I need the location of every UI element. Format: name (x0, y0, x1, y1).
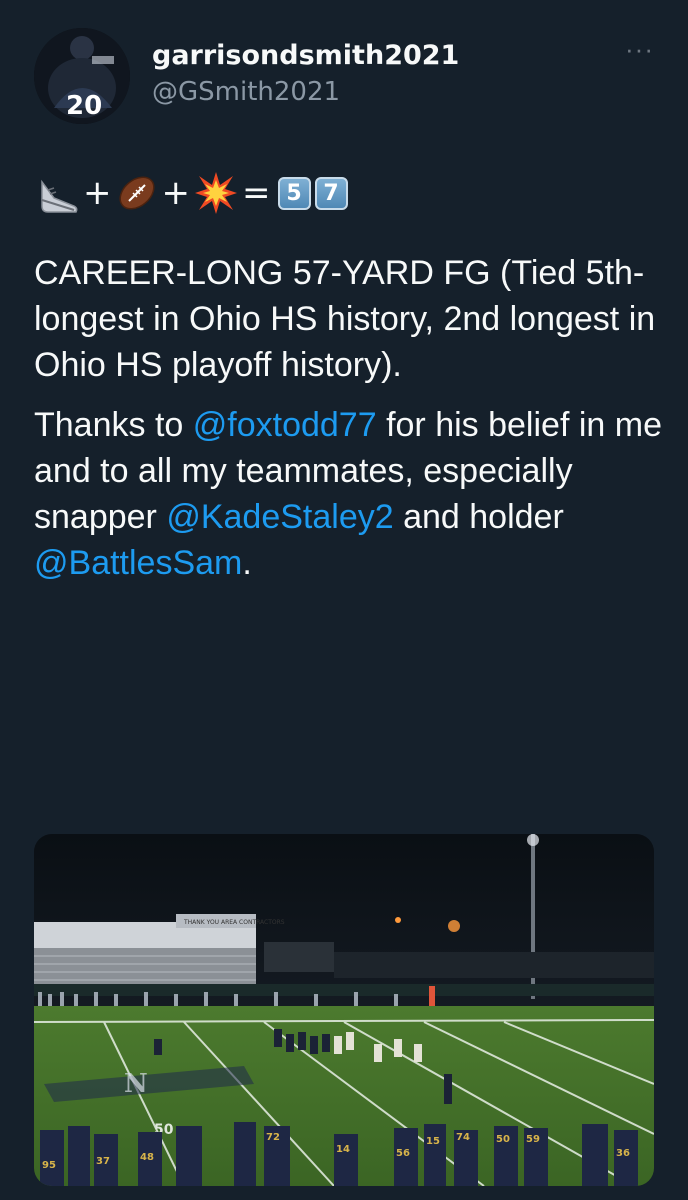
emoji-line: + + = 5 7 (34, 168, 348, 218)
display-name[interactable]: garrisondsmith2021 (152, 40, 459, 72)
avatar-image: 20 (34, 28, 130, 124)
jersey-number: 74 (456, 1132, 470, 1143)
equals-sign: = (242, 173, 271, 213)
mention-link[interactable]: @KadeStaley2 (166, 498, 393, 536)
athletic-shoe-icon (34, 170, 80, 216)
text-segment: . (242, 544, 252, 582)
video-frame: THANK YOU AREA CONTRACTORS N 50 95 37 48… (34, 834, 654, 1186)
jersey-number: 14 (336, 1144, 350, 1155)
tweet-header: 20 garrisondsmith2021 @GSmith2021 ··· (34, 28, 654, 128)
tweet-media-video[interactable]: THANK YOU AREA CONTRACTORS N 50 95 37 48… (34, 834, 654, 1186)
tweet-paragraph: Thanks to @foxtodd77 for his belief in m… (34, 402, 664, 586)
plus-sign: + (161, 173, 191, 213)
user-handle[interactable]: @GSmith2021 (152, 76, 459, 108)
jersey-number: 59 (526, 1134, 540, 1145)
user-block: garrisondsmith2021 @GSmith2021 (152, 40, 459, 108)
text-segment: Thanks to (34, 406, 193, 444)
plus-sign: + (83, 173, 112, 213)
jersey-number: 37 (96, 1156, 110, 1167)
tweet-text: CAREER-LONG 57-YARD FG (Tied 5th-longest… (34, 250, 664, 600)
text-segment: and holder (393, 498, 564, 536)
jersey-number: 50 (496, 1134, 510, 1145)
mention-link[interactable]: @foxtodd77 (193, 406, 377, 444)
jersey-number: 48 (140, 1152, 154, 1163)
jersey-number: 15 (426, 1136, 440, 1147)
mention-link[interactable]: @BattlesSam (34, 544, 242, 582)
more-options-button[interactable]: ··· (614, 36, 654, 64)
jersey-number: 95 (42, 1160, 56, 1171)
collision-icon (193, 170, 239, 216)
avatar[interactable]: 20 (34, 28, 130, 124)
jersey-number: 72 (266, 1132, 280, 1143)
jersey-number: 56 (396, 1148, 410, 1159)
jersey-number: 36 (616, 1148, 630, 1159)
tweet-paragraph: CAREER-LONG 57-YARD FG (Tied 5th-longest… (34, 254, 656, 384)
banner-text: THANK YOU AREA CONTRACTORS (183, 919, 285, 926)
field-letter: N (124, 1069, 148, 1099)
football-icon (115, 171, 159, 215)
keycap-7-icon: 7 (314, 176, 348, 210)
keycap-5-icon: 5 (277, 176, 311, 210)
avatar-jersey-number: 20 (66, 91, 102, 121)
